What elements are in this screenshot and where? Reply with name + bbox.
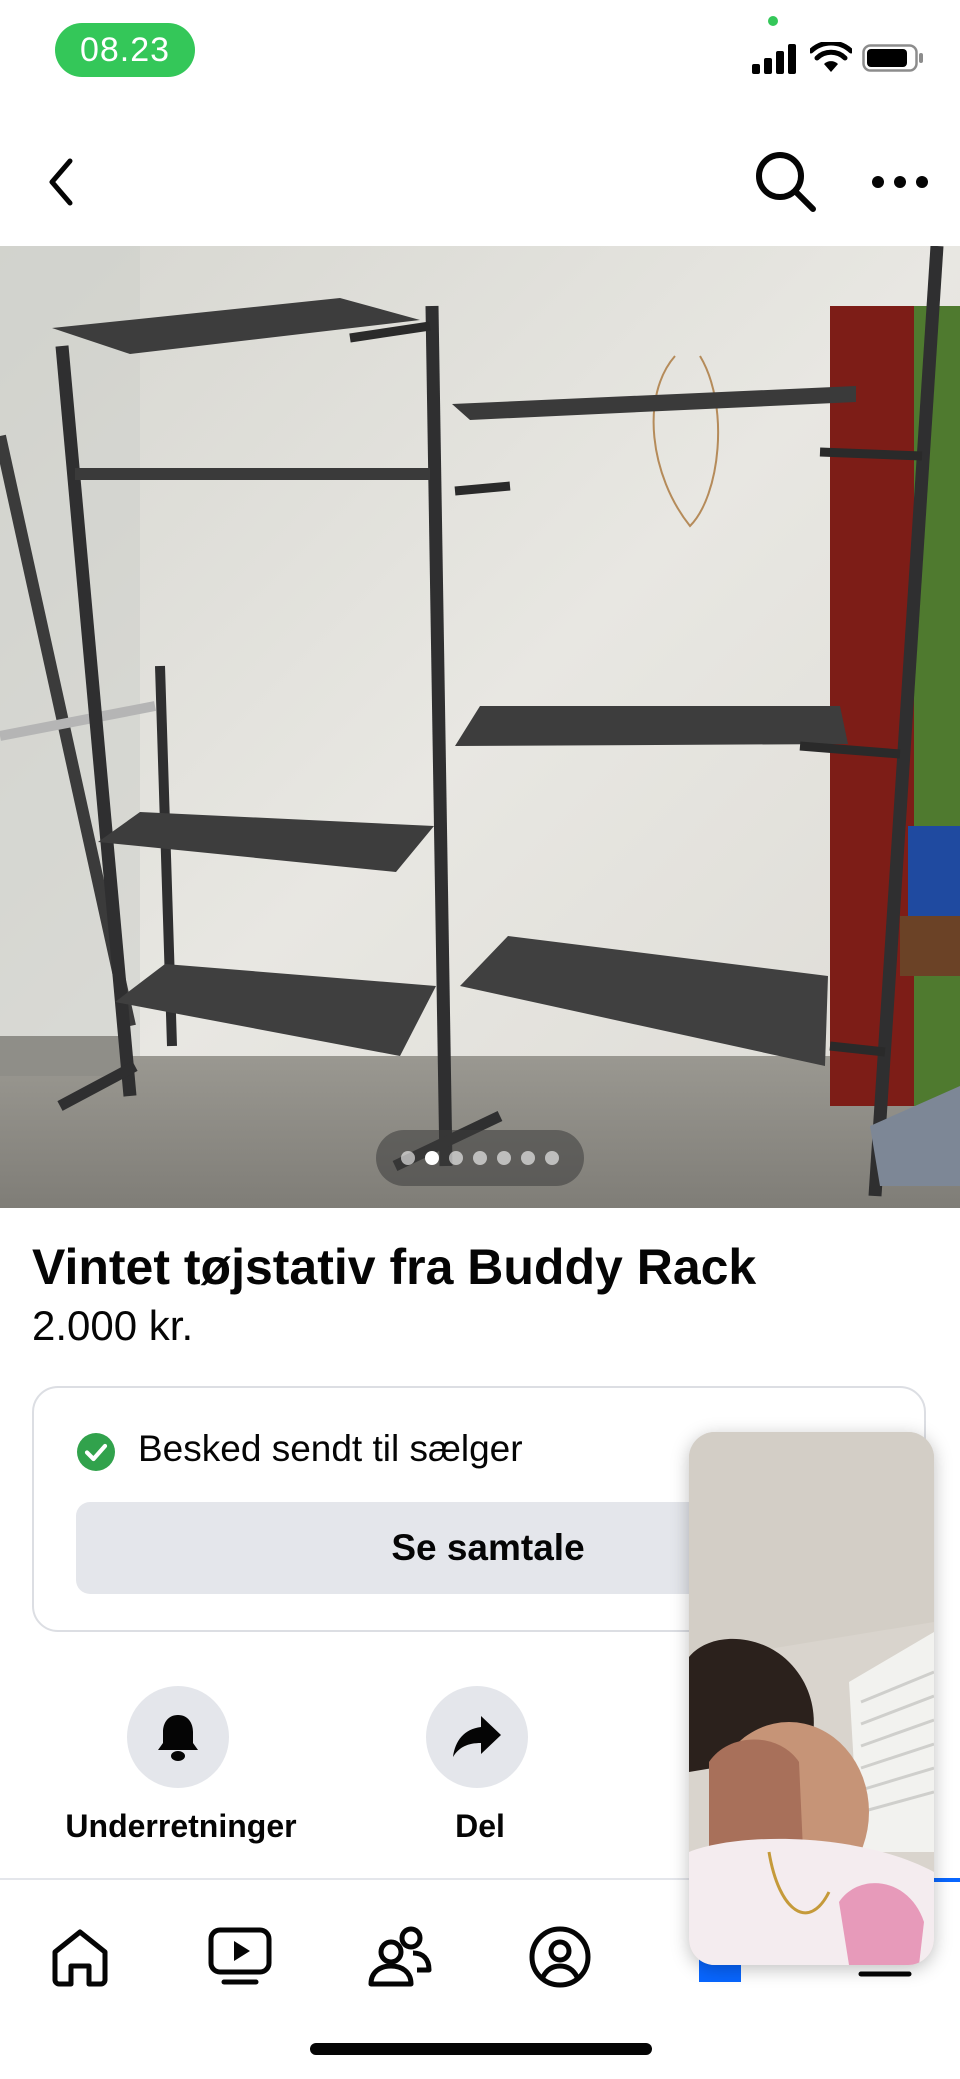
cellular-signal-icon — [752, 44, 796, 74]
time-pill[interactable]: 08.23 — [55, 23, 195, 77]
pager-dot — [449, 1151, 463, 1165]
message-status: Besked sendt til sælger — [138, 1428, 523, 1469]
pager-dot — [497, 1151, 511, 1165]
notifications-label: Underretninger — [65, 1808, 297, 1844]
wifi-icon — [810, 42, 852, 72]
share-action[interactable]: Del — [330, 1686, 630, 1846]
more-horizontal-icon[interactable] — [868, 162, 932, 202]
home-indicator[interactable] — [310, 2043, 652, 2055]
pager-dot — [473, 1151, 487, 1165]
listing-photo[interactable] — [0, 246, 960, 1208]
share-arrow-icon — [453, 1716, 501, 1757]
pager-dot — [401, 1151, 415, 1165]
notifications-button[interactable] — [127, 1686, 229, 1788]
check-circle-icon — [77, 1433, 115, 1471]
profile-icon — [529, 1926, 591, 1988]
clothing-rack-image — [0, 246, 960, 1208]
video-icon — [208, 1927, 272, 1985]
privacy-indicator-dot — [768, 16, 778, 26]
status-bar: 08.23 — [0, 0, 960, 100]
share-label: Del — [455, 1808, 505, 1844]
pip-video-frame — [689, 1432, 934, 1965]
battery-icon — [862, 44, 923, 72]
top-nav — [0, 110, 960, 246]
status-time: 08.23 — [79, 30, 171, 69]
home-icon — [52, 1929, 108, 1987]
friends-icon — [368, 1926, 432, 1987]
pip-video-overlay[interactable] — [689, 1432, 934, 1965]
share-button[interactable] — [426, 1686, 528, 1788]
tab-video[interactable] — [205, 1922, 275, 1992]
chevron-left-icon — [49, 158, 73, 206]
pager-dot — [545, 1151, 559, 1165]
pager-dot-active — [425, 1151, 439, 1165]
search-icon[interactable] — [752, 148, 818, 214]
listing-price: 2.000 kr. — [32, 1302, 194, 1349]
tab-home[interactable] — [45, 1922, 115, 1992]
bell-icon — [158, 1715, 198, 1761]
photo-pager — [376, 1130, 584, 1186]
listing-title: Vintet tøjstativ fra Buddy Rack — [32, 1239, 757, 1295]
pager-dot — [521, 1151, 535, 1165]
notifications-action[interactable]: Underretninger — [31, 1686, 331, 1846]
tab-profile[interactable] — [525, 1922, 595, 1992]
back-button[interactable] — [36, 152, 86, 212]
tab-friends[interactable] — [365, 1922, 435, 1992]
